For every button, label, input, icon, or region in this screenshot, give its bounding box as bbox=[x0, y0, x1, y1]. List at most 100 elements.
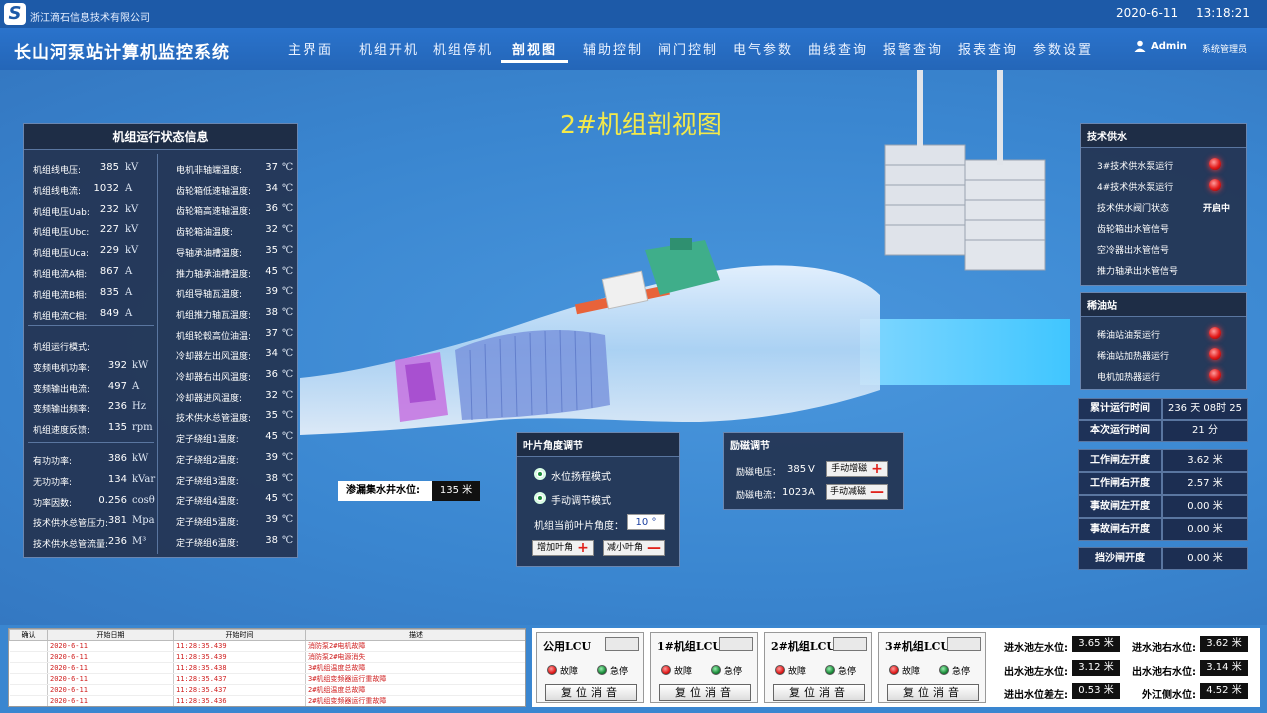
system-title: 长山河泵站计算机监控系统 bbox=[14, 43, 230, 63]
emergency-gate-left-label: 事故闸左开度 bbox=[1078, 495, 1162, 518]
status-l2-2-unit: A bbox=[132, 380, 140, 392]
alarm-date-cell: 2020-6-11 bbox=[47, 640, 174, 652]
manual-increase-excitation-button[interactable]: 手动增磁 + bbox=[826, 461, 888, 477]
status-r-6-value: 39 bbox=[265, 286, 278, 298]
status-l1-3-value: 227 bbox=[99, 224, 119, 236]
user-name[interactable]: Admin bbox=[1151, 41, 1187, 52]
unit-status-title: 机组运行状态信息 bbox=[24, 124, 297, 150]
lcu-status-box bbox=[719, 637, 753, 651]
nav-report-query[interactable]: 报表查询 bbox=[958, 39, 1018, 58]
status-r-7-value: 38 bbox=[265, 306, 278, 318]
alarm-date-cell: 2020-6-11 bbox=[47, 695, 174, 706]
total-runtime-value: 236 天 08时 25分 bbox=[1162, 398, 1248, 434]
status-r-15-label: 定子绕组3温度: bbox=[176, 476, 239, 487]
lcu-title: 2#机组LCU bbox=[771, 640, 836, 653]
sand-gate-value: 0.00 米 bbox=[1162, 547, 1248, 570]
blade-angle-value[interactable]: 10 ° bbox=[627, 514, 665, 530]
status-r-4-label: 导轴承油槽温度: bbox=[176, 248, 243, 259]
status-r-12-unit: ℃ bbox=[282, 410, 294, 422]
nav-section-view[interactable]: 剖视图 bbox=[512, 39, 557, 58]
alarm-row[interactable]: 2020-6-11 11:28:35.437 2#机组温度总故障 bbox=[9, 684, 525, 696]
lcu-fault-indicator bbox=[775, 665, 785, 675]
bellows bbox=[455, 330, 610, 420]
inlet-left-level-value: 3.65 米 bbox=[1072, 636, 1120, 652]
status-l2-3-label: 变频输出频率: bbox=[33, 405, 91, 416]
decrease-blade-button[interactable]: 减小叶角 — bbox=[603, 540, 665, 556]
scene-title: 2#机组剖视图 bbox=[560, 110, 722, 139]
status-separator bbox=[28, 442, 154, 443]
alarm-table: 确认 开始日期 开始时间 描述 2020-6-11 11:28:35.439 消防泵… bbox=[8, 628, 526, 707]
alarm-row[interactable]: 2020-6-11 11:28:35.439 消防泵2#电源消失 bbox=[9, 651, 525, 663]
nav-alarm-query[interactable]: 报警查询 bbox=[883, 39, 943, 58]
status-r-13-value: 45 bbox=[265, 431, 278, 443]
lcu-fault-label: 故障 bbox=[560, 667, 579, 677]
lcu-status-box bbox=[833, 637, 867, 651]
alarm-confirm-cell bbox=[9, 651, 48, 663]
lcu-fault-label: 故障 bbox=[788, 667, 807, 677]
status-r-5-unit: ℃ bbox=[282, 265, 294, 277]
current-runtime-label: 本次运行时间 bbox=[1078, 420, 1162, 442]
status-r-8-label: 机组轮毂高位油温: bbox=[176, 331, 252, 342]
lcu-fault-indicator bbox=[661, 665, 671, 675]
excitation-panel: 励磁调节 励磁电压： 385 V 励磁电流： 1023 A 手动增磁 + 手动减磁… bbox=[723, 432, 904, 510]
nav-unit-start[interactable]: 机组开机 bbox=[359, 39, 419, 58]
lcu-reset-button[interactable]: 复位消音 bbox=[545, 684, 637, 701]
current-runtime-value: 21 分 bbox=[1162, 420, 1248, 442]
nav-curve-query[interactable]: 曲线查询 bbox=[808, 39, 868, 58]
status-l1-1-value: 1032 bbox=[93, 182, 119, 194]
status-l2-3-unit: Hz bbox=[132, 401, 146, 413]
outlet-left-level-label: 出水池左水位: bbox=[1004, 667, 1068, 678]
status-r-11-value: 32 bbox=[265, 389, 278, 401]
increase-blade-button[interactable]: 增加叶角 + bbox=[532, 540, 594, 556]
lcu-estop-label: 急停 bbox=[838, 667, 857, 677]
status-l3-2-label: 功率因数: bbox=[33, 498, 73, 509]
alarm-header-desc: 描述 bbox=[305, 629, 525, 641]
alarm-row[interactable]: 2020-6-11 11:28:35.437 3#机组变频器运行重故障 bbox=[9, 673, 525, 685]
excite-voltage-label: 励磁电压： bbox=[736, 468, 782, 478]
nav-electrical-params[interactable]: 电气参数 bbox=[733, 39, 793, 58]
section-view-scene: 2#机组剖视图 机组运行状态信息 机组线电压: 385 kV 机组线电流: 1032 A 机… bbox=[0, 70, 1267, 625]
nav-param-settings[interactable]: 参数设置 bbox=[1033, 39, 1093, 58]
outlet-right-level-value: 3.14 米 bbox=[1200, 660, 1248, 676]
outlet-right-level-label: 出水池右水位: bbox=[1132, 667, 1196, 678]
current-time: 13:18:21 bbox=[1196, 6, 1250, 20]
alarm-confirm-cell bbox=[9, 662, 48, 674]
alarm-confirm-cell bbox=[9, 640, 48, 652]
status-l1-0-label: 机组线电压: bbox=[33, 166, 82, 176]
lcu-estop-label: 急停 bbox=[952, 667, 971, 677]
nav-main[interactable]: 主界面 bbox=[288, 39, 333, 58]
status-r-18-value: 38 bbox=[265, 534, 278, 546]
status-r-3-value: 32 bbox=[265, 224, 278, 236]
user-role: 系统管理员 bbox=[1202, 45, 1248, 55]
status-l1-7-unit: A bbox=[125, 307, 133, 319]
status-l1-2-value: 232 bbox=[99, 203, 119, 215]
status-l3-0-unit: kW bbox=[132, 453, 149, 464]
thin-oil-title: 稀油站 bbox=[1081, 293, 1246, 317]
inlet-left-level-label: 进水池左水位: bbox=[1004, 643, 1068, 654]
status-r-15-unit: ℃ bbox=[282, 472, 294, 484]
alarm-row[interactable]: 2020-6-11 11:28:35.439 消防泵2#电机故障 bbox=[9, 640, 525, 652]
status-l1-4-label: 机组电压Uca: bbox=[33, 249, 90, 260]
lcu-reset-button[interactable]: 复位消音 bbox=[773, 684, 865, 701]
status-r-14-value: 39 bbox=[265, 451, 278, 463]
status-l3-4-value: 236 bbox=[107, 536, 127, 548]
status-r-2-value: 36 bbox=[265, 203, 278, 215]
alarm-date-cell: 2020-6-11 bbox=[47, 684, 174, 696]
status-l1-4-unit: kV bbox=[125, 245, 139, 257]
blade-angle-panel: 叶片角度调节 水位扬程模式 手动调节模式 机组当前叶片角度： 10 ° 增加叶角… bbox=[516, 432, 680, 567]
lcu-reset-button[interactable]: 复位消音 bbox=[659, 684, 751, 701]
nav-gate-control[interactable]: 闸门控制 bbox=[658, 39, 718, 58]
manual-decrease-excitation-button[interactable]: 手动减磁 — bbox=[826, 484, 888, 500]
nav-unit-stop[interactable]: 机组停机 bbox=[433, 39, 493, 58]
mode-head-radio[interactable] bbox=[534, 468, 546, 480]
status-l1-2-label: 机组电压Uab: bbox=[33, 207, 90, 218]
alarm-row[interactable]: 2020-6-11 11:28:35.436 2#机组变频器运行重故障 bbox=[9, 695, 525, 706]
mode-manual-radio[interactable] bbox=[534, 492, 546, 504]
status-l2-2-label: 变频输出电流: bbox=[33, 384, 91, 395]
alarm-row[interactable]: 2020-6-11 11:28:35.438 3#机组温度总故障 bbox=[9, 662, 525, 674]
lcu-reset-button[interactable]: 复位消音 bbox=[887, 684, 979, 701]
nav-aux-control[interactable]: 辅助控制 bbox=[583, 39, 643, 58]
status-l1-1-unit: A bbox=[125, 182, 133, 194]
excite-current-label: 励磁电流： bbox=[736, 491, 782, 501]
lcu-area: 公用LCU 故障 急停 复位消音 1#机组LCU 故障 急停 复位消音 2#机组LCU 故障 急停复… bbox=[532, 628, 1260, 707]
